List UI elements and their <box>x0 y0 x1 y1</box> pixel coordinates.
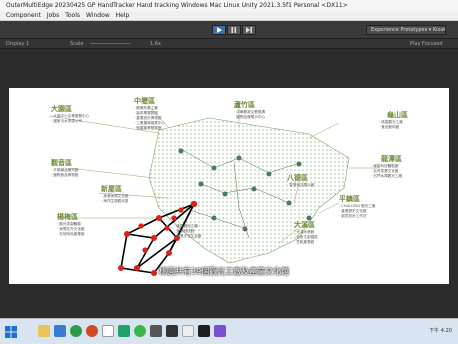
region-label-dayuan: 大園區 <box>51 105 72 113</box>
unity-hub-icon[interactable] <box>198 325 210 337</box>
excel-icon[interactable] <box>118 325 130 337</box>
play-icon <box>217 27 222 33</box>
region-item: · 國際藝品博物館 <box>51 173 79 177</box>
scale-value: 1.6x <box>150 41 161 47</box>
chrome-icon[interactable] <box>70 325 82 337</box>
play-controls <box>212 25 256 35</box>
visual-studio-icon[interactable] <box>214 325 226 337</box>
system-clock[interactable]: 下午 4:20 <box>429 327 452 334</box>
scale-slider[interactable] <box>90 43 130 44</box>
region-item: · 國家污水資源公司 <box>51 119 83 123</box>
map-region-shape <box>148 117 350 264</box>
play-button[interactable] <box>212 25 226 35</box>
terminal-icon[interactable] <box>150 325 162 337</box>
play-focused-toggle[interactable]: Play Focused <box>410 39 443 49</box>
unity-icon[interactable] <box>166 325 178 337</box>
region-label-xinwu: 新屋區 <box>101 185 122 193</box>
window-title: OuterMultiEdge 20230425 GP HandTracker H… <box>6 2 348 9</box>
video-subtitle: 桃園共有39個觀光工廠及產業文化館 <box>159 267 290 276</box>
region-label-zhongli: 中壢區 <box>134 97 155 105</box>
region-item: · 海洋生態觀光區 <box>101 199 129 203</box>
menu-item-window[interactable]: Window <box>86 11 110 20</box>
app-icon[interactable] <box>182 325 194 337</box>
line-icon[interactable] <box>134 325 146 337</box>
app-icon[interactable] <box>102 325 114 337</box>
region-label-daxi: 大溪區 <box>294 221 315 229</box>
file-explorer-icon[interactable] <box>38 325 50 337</box>
region-item: · 創意設計工作坊 <box>339 214 367 218</box>
region-item: · 國際品牌展示中心 <box>234 115 266 119</box>
scale-label: Scale <box>70 41 84 47</box>
region-label-guishan: 龜山區 <box>387 111 408 119</box>
region-item: · 豆乾產業館 <box>294 240 315 244</box>
game-viewport[interactable]: 大園區 · 大園中小企業服務中心 · 國家污水資源公司 中壢區 · 龍崗形象工廠… <box>9 88 449 284</box>
store-icon[interactable] <box>54 325 66 337</box>
window-title-bar: OuterMultiEdge 20230425 GP HandTracker H… <box>0 0 458 11</box>
menu-item-help[interactable]: Help <box>116 11 130 20</box>
game-view-header: Display 1 Scale 1.6x Play Focused <box>0 39 458 49</box>
pause-icon <box>231 27 236 33</box>
region-item: · 智慧科技展示館 <box>287 183 315 187</box>
step-button[interactable] <box>242 25 256 35</box>
display-selector[interactable]: Display 1 <box>6 39 29 49</box>
pause-button[interactable] <box>227 25 241 35</box>
windows-start-icon[interactable] <box>4 325 18 339</box>
region-item: · 石門水庫觀光工廠 <box>371 174 403 178</box>
menu-item-jobs[interactable]: Jobs <box>47 11 59 20</box>
menu-bar: Component Jobs Tools Window Help <box>0 11 458 21</box>
region-item: · 在地特色產業館 <box>57 232 85 236</box>
region-label-bade: 八德區 <box>287 174 308 182</box>
region-item: · 瓶蓋產業發展館 <box>134 126 162 130</box>
browser-icon[interactable] <box>86 325 98 337</box>
menu-item-component[interactable]: Component <box>6 11 41 20</box>
region-item: · 食品飲料館 <box>379 125 400 129</box>
menu-item-tools[interactable]: Tools <box>65 11 80 20</box>
region-label-yangmei: 楊梅區 <box>57 213 78 221</box>
region-label-luzhu: 蘆竹區 <box>234 101 255 109</box>
center-item: · 產業文化生活館 <box>174 234 202 238</box>
region-label-longtan: 龍潭區 <box>381 155 402 163</box>
step-icon <box>246 27 252 33</box>
region-label-guanyin: 觀音區 <box>51 159 72 167</box>
windows-taskbar: 下午 4:20 <box>0 318 458 344</box>
editor-toolbar: Experience Prototypes ▾ Kiosk ▾ <box>0 21 458 39</box>
region-label-pingzhen: 平鎮區 <box>339 195 360 203</box>
layout-dropdown[interactable]: Experience Prototypes ▾ Kiosk ▾ <box>366 25 446 35</box>
